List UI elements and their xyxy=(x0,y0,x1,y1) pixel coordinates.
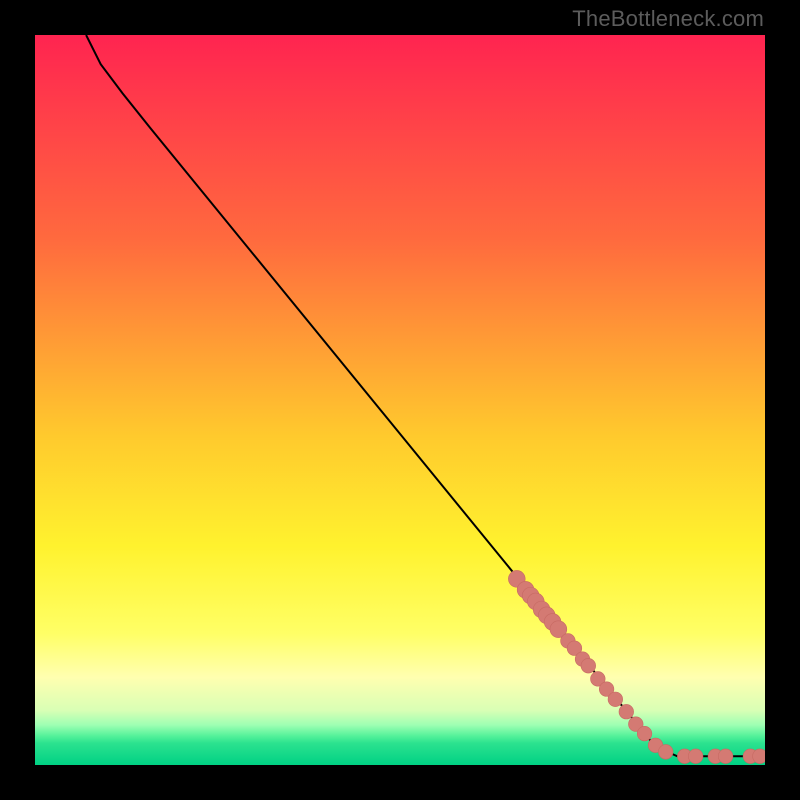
chart-svg xyxy=(35,35,765,765)
data-marker xyxy=(753,749,765,764)
chart-frame: TheBottleneck.com xyxy=(0,0,800,800)
plot-area xyxy=(35,35,765,765)
data-marker xyxy=(581,658,596,673)
watermark-text: TheBottleneck.com xyxy=(572,6,764,32)
data-marker xyxy=(608,692,623,707)
data-marker xyxy=(637,726,652,741)
data-marker xyxy=(718,749,733,764)
data-marker xyxy=(688,749,703,764)
data-marker xyxy=(619,704,634,719)
gradient-background xyxy=(35,35,765,765)
data-marker xyxy=(658,745,673,760)
